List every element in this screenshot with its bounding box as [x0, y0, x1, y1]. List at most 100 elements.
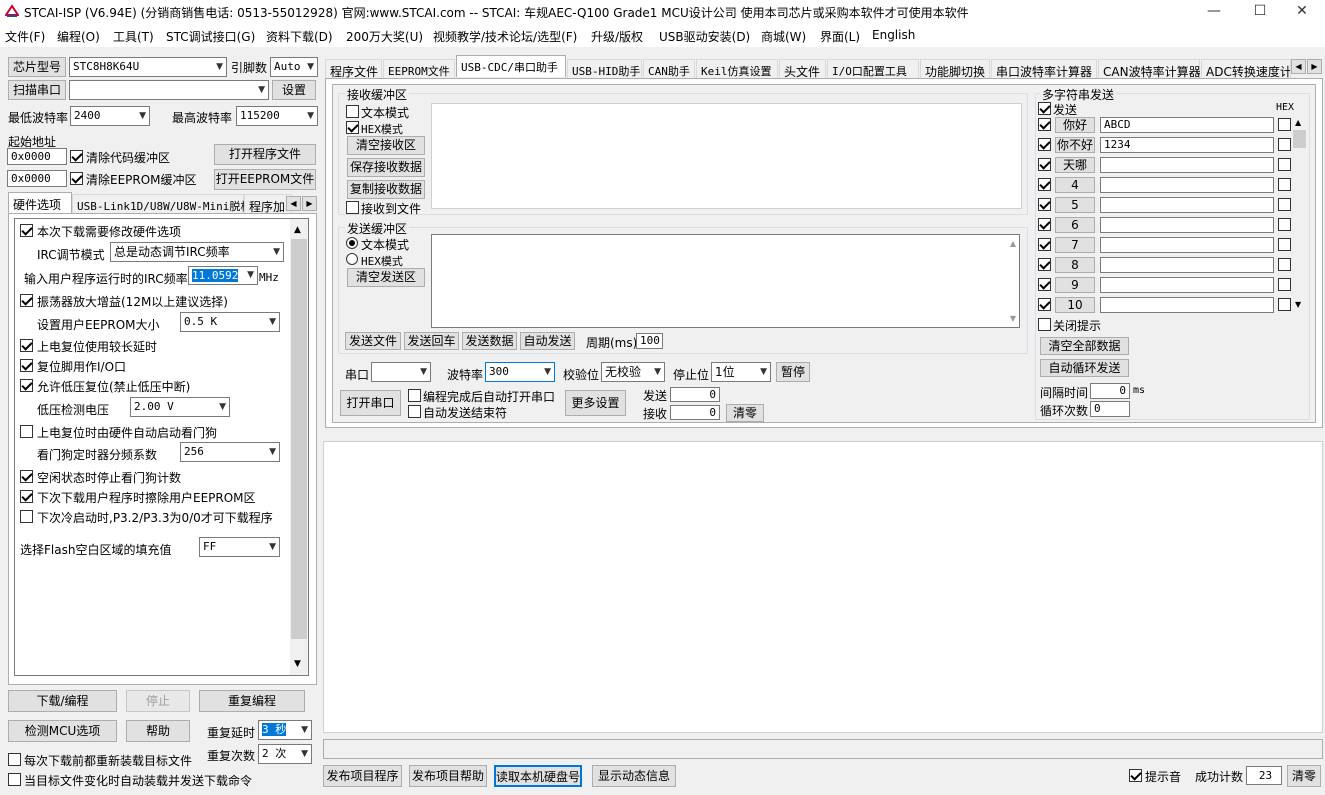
menu-docs[interactable]: 资料下载(D): [266, 28, 333, 45]
serial-port-select[interactable]: ▼: [371, 362, 431, 382]
max-baud-select[interactable]: 115200 ▼: [236, 106, 318, 126]
por-delay-checkbox[interactable]: [20, 339, 33, 352]
row-string-input[interactable]: [1100, 237, 1274, 253]
interval-input[interactable]: 0: [1090, 383, 1130, 399]
scroll-down-icon[interactable]: ▼: [294, 659, 301, 669]
auto-reload-checkbox[interactable]: [8, 773, 21, 786]
row-send-button[interactable]: 你不好: [1055, 137, 1095, 153]
row-hex-checkbox[interactable]: [1278, 278, 1291, 291]
pause-button[interactable]: 暂停: [776, 362, 810, 382]
close-icon[interactable]: ✕: [1279, 0, 1325, 23]
scan-port-button[interactable]: 扫描串口: [8, 80, 66, 100]
send-data-button[interactable]: 发送数据: [462, 332, 517, 350]
publish-program-button[interactable]: 发布项目程序: [323, 765, 402, 787]
idle-wdt-checkbox[interactable]: [20, 470, 33, 483]
tab-keil[interactable]: Keil仿真设置: [696, 59, 778, 79]
row-send-checkbox[interactable]: [1038, 298, 1051, 311]
row-send-checkbox[interactable]: [1038, 118, 1051, 131]
tab-can[interactable]: CAN助手: [643, 59, 695, 79]
repeat-delay-select[interactable]: 3 秒 ▼: [258, 720, 312, 740]
scroll-up-icon[interactable]: ▲: [1010, 239, 1016, 248]
menu-program[interactable]: 编程(O): [57, 28, 100, 45]
recv-hex-mode-checkbox[interactable]: [346, 121, 359, 134]
help-button[interactable]: 帮助: [126, 720, 190, 742]
tab-can-baud-calc[interactable]: CAN波特率计算器: [1098, 59, 1201, 79]
minimize-icon[interactable]: —: [1191, 0, 1237, 23]
row-string-input[interactable]: [1100, 277, 1274, 293]
right-tab-left-arrow-icon[interactable]: ◀: [1291, 59, 1306, 74]
scroll-down-icon[interactable]: ▼: [1010, 314, 1016, 323]
stop-bits-select[interactable]: 1位 ▼: [711, 362, 771, 382]
row-send-button[interactable]: 10: [1055, 297, 1095, 313]
clear-all-data-button[interactable]: 清空全部数据: [1040, 337, 1129, 355]
row-string-input[interactable]: 1234: [1100, 137, 1274, 153]
row-string-input[interactable]: [1100, 217, 1274, 233]
row-string-input[interactable]: [1100, 257, 1274, 273]
min-baud-select[interactable]: 2400 ▼: [70, 106, 150, 126]
send-text-mode-radio[interactable]: [346, 237, 358, 249]
row-hex-checkbox[interactable]: [1278, 118, 1291, 131]
row-send-checkbox[interactable]: [1038, 238, 1051, 251]
eeprom-address-input[interactable]: 0x0000: [7, 170, 67, 187]
clear-receive-button[interactable]: 清空接收区: [347, 136, 425, 155]
reload-each-checkbox[interactable]: [8, 753, 21, 766]
copy-receive-button[interactable]: 复制接收数据: [347, 180, 425, 199]
menu-tools[interactable]: 工具(T): [113, 28, 154, 45]
more-settings-button[interactable]: 更多设置: [565, 390, 626, 416]
row-send-button[interactable]: 7: [1055, 237, 1095, 253]
receive-to-file-checkbox[interactable]: [346, 201, 359, 214]
open-eeprom-file-button[interactable]: 打开EEPROM文件: [214, 169, 316, 190]
row-hex-checkbox[interactable]: [1278, 218, 1291, 231]
eeprom-size-select[interactable]: 0.5 K ▼: [180, 312, 280, 332]
menu-usb-driver[interactable]: USB驱动安装(D): [659, 28, 750, 45]
wdt-divider-select[interactable]: 256 ▼: [180, 442, 280, 462]
receive-textarea[interactable]: [431, 103, 1022, 209]
row-send-checkbox[interactable]: [1038, 278, 1051, 291]
row-hex-checkbox[interactable]: [1278, 198, 1291, 211]
tab-program-add[interactable]: 程序加: [244, 194, 292, 214]
read-disk-id-button[interactable]: 读取本机硬盘号: [494, 765, 582, 787]
repeat-count-select[interactable]: 2 次 ▼: [258, 744, 312, 764]
send-all-checkbox[interactable]: [1038, 102, 1051, 115]
clear-success-button[interactable]: 清零: [1287, 765, 1321, 787]
tab-uart-baud-calc[interactable]: 串口波特率计算器: [991, 59, 1097, 79]
lvr-checkbox[interactable]: [20, 379, 33, 392]
send-textarea[interactable]: ▲ ▼: [431, 234, 1020, 328]
tab-hardware-options[interactable]: 硬件选项: [8, 192, 72, 214]
download-program-button[interactable]: 下载/编程: [8, 690, 117, 712]
tab-pin-switch[interactable]: 功能脚切换: [920, 59, 990, 79]
right-tab-right-arrow-icon[interactable]: ▶: [1307, 59, 1322, 74]
tab-usb-cdc[interactable]: USB-CDC/串口助手: [456, 55, 566, 77]
row-send-checkbox[interactable]: [1038, 138, 1051, 151]
auto-end-char-checkbox[interactable]: [408, 405, 421, 418]
tab-usb-hid[interactable]: USB-HID助手: [567, 59, 642, 79]
open-serial-button[interactable]: 打开串口: [340, 390, 401, 416]
row-string-input[interactable]: [1100, 157, 1274, 173]
output-log[interactable]: [323, 441, 1323, 733]
menu-ui[interactable]: 界面(L): [820, 28, 860, 45]
row-send-button[interactable]: 8: [1055, 257, 1095, 273]
beep-checkbox[interactable]: [1129, 769, 1142, 782]
send-file-button[interactable]: 发送文件: [345, 332, 401, 350]
tab-header-file[interactable]: 头文件: [779, 59, 826, 79]
tab-right-arrow-icon[interactable]: ▶: [302, 196, 317, 211]
publish-help-button[interactable]: 发布项目帮助: [409, 765, 487, 787]
repeat-program-button[interactable]: 重复编程: [199, 690, 305, 712]
row-hex-checkbox[interactable]: [1278, 178, 1291, 191]
chip-model-select[interactable]: STC8H8K64U ▼: [69, 57, 227, 77]
auto-send-button[interactable]: 自动发送: [520, 332, 575, 350]
scroll-up-icon[interactable]: ▲: [1295, 118, 1301, 127]
row-string-input[interactable]: [1100, 197, 1274, 213]
detect-mcu-button[interactable]: 检测MCU选项: [8, 720, 117, 742]
row-string-input[interactable]: [1100, 177, 1274, 193]
clear-count-button[interactable]: 清零: [726, 404, 764, 422]
clear-eeprom-checkbox[interactable]: [70, 172, 83, 185]
close-hint-checkbox[interactable]: [1038, 318, 1051, 331]
irc-mode-select[interactable]: 总是动态调节IRC频率 ▼: [110, 242, 284, 262]
stop-button[interactable]: 停止: [126, 690, 190, 712]
scroll-thumb[interactable]: [291, 239, 307, 639]
send-enter-button[interactable]: 发送回车: [404, 332, 459, 350]
row-send-checkbox[interactable]: [1038, 218, 1051, 231]
parity-select[interactable]: 无校验 ▼: [601, 362, 665, 382]
menu-english[interactable]: English: [872, 28, 915, 42]
